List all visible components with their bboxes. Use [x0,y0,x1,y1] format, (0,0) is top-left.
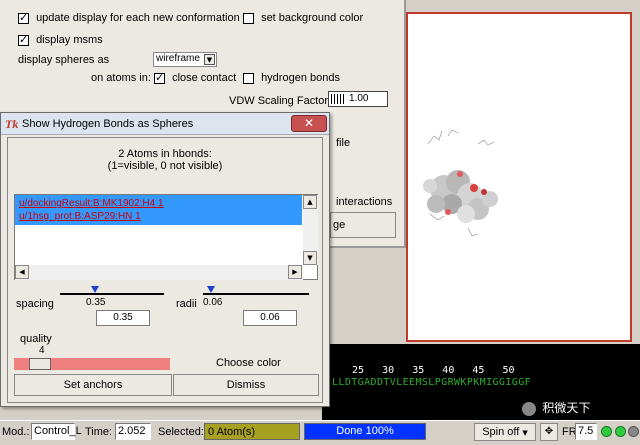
dialog-title: Show Hydrogen Bonds as Spheres [22,118,194,130]
update-display-checkbox[interactable] [18,11,29,24]
mod-value: Control_L [31,423,82,440]
vertical-scrollbar[interactable]: ▲ ▼ [303,195,318,265]
time-value: 2.052 [115,423,151,440]
choose-color-button[interactable]: Choose color [216,357,281,369]
display-msms-checkbox[interactable] [18,33,29,46]
close-contact-row[interactable]: close contact [154,71,237,84]
on-atoms-in-label: on atoms in: [91,72,151,84]
dialog-content: 2 Atoms in hbonds: (1=visible, 0 not vis… [7,137,323,403]
status-light-icon [601,426,612,437]
vdw-label: VDW Scaling Factor [229,95,329,107]
scroll-right-icon[interactable]: ▶ [288,265,302,279]
quality-slider[interactable] [14,358,170,370]
chevron-down-icon: ▼ [204,54,215,65]
wechat-icon [522,401,536,416]
dismiss-label: Dismiss [226,379,266,391]
selected-value: 0 Atom(s) [204,423,300,440]
hydrogen-bonds-label: hydrogen bonds [261,72,340,84]
sequence-numbers: 25 30 35 40 45 50 [352,365,515,376]
selected-label: Selected: [158,426,204,438]
scroll-left-icon[interactable]: ◀ [15,265,29,279]
status-light-icon [628,426,639,437]
spacing-slider-value: 0.35 [86,297,106,308]
radii-label: radii [176,298,197,310]
horizontal-scrollbar[interactable]: ◀ ▶ [15,265,303,280]
set-background-checkbox[interactable] [243,12,254,24]
list-item[interactable]: u/1hsg_prot:B:ASP29:HN 1 [17,211,299,223]
sequence-residues: LLDTGADDTVLEEMSLPGRWKPKMIGGIGGF [332,377,532,388]
partial-button-label: ge [333,219,346,231]
chevron-down-icon: ▼ [522,429,528,437]
mod-label: Mod.: [2,426,30,438]
scroll-down-icon[interactable]: ▼ [303,251,317,265]
dial-icon [331,94,345,104]
vdw-value: 1.00 [349,93,369,104]
visibility-legend: (1=visible, 0 not visible) [107,160,223,172]
progress-text: Done 100% [336,425,394,437]
time-label: Time: [85,426,113,438]
quality-slider-thumb[interactable] [29,358,51,370]
radii-slider-track[interactable] [203,293,309,295]
spacing-slider-track[interactable] [60,293,164,295]
atoms-count-label: 2 Atoms in hbonds: [118,148,212,160]
close-contact-label: close contact [172,72,237,84]
set-anchors-button[interactable]: Set anchors [14,374,172,396]
radii-slider-value: 0.06 [203,297,223,308]
update-display-label: update display for each new conformation [36,12,240,24]
display-msms-label: display msms [36,34,103,46]
quality-label: quality [20,333,52,345]
atoms-listbox[interactable]: u/dockingResult:B:MK1902:H4 1 u/1hsg_pro… [14,194,318,280]
scroll-up-icon[interactable]: ▲ [303,195,317,209]
spin-button[interactable]: Spin off ▼ [474,423,536,441]
status-light-icon [615,426,626,437]
progress-bar: Done 100% [304,423,426,440]
set-background-label: set background color [261,12,364,24]
partial-interactions-label: interactions [336,196,393,208]
spacing-label: spacing [16,298,54,310]
display-msms-row[interactable]: display msms [18,33,103,46]
cross-icon[interactable]: ✥ [540,423,558,441]
spin-label: Spin off [482,426,520,438]
fr-value: 7.5 [575,423,597,440]
watermark-text: 积微天下 [542,401,591,415]
radii-entry[interactable]: 0.06 [243,310,297,326]
list-item[interactable]: u/dockingResult:B:MK1902:H4 1 [17,198,299,210]
watermark: 积微天下 [522,399,590,416]
set-background-row[interactable]: set background color [243,12,363,24]
radii-slider-thumb[interactable] [207,286,215,293]
partial-button[interactable]: ge [330,212,396,238]
tk-logo-icon: Tk [5,117,19,131]
display-spheres-dropdown[interactable]: wireframe ▼ [153,52,217,67]
close-button[interactable]: ✕ [291,115,327,132]
molecule-render [423,129,498,237]
partial-file-label: file [336,137,351,149]
vdw-dial[interactable]: 1.00 [328,91,388,107]
dismiss-button[interactable]: Dismiss [173,374,319,396]
display-spheres-value: wireframe [156,53,200,64]
quality-value: 4 [39,345,45,356]
spacing-slider-thumb[interactable] [91,286,99,293]
molecule-viewer[interactable] [406,12,632,342]
hydrogen-bonds-row[interactable]: hydrogen bonds [243,72,340,84]
set-anchors-label: Set anchors [63,379,123,391]
status-bar: Mod.: Control_L Time: 2.052 Selected: 0 … [0,420,640,445]
sequence-viewer[interactable]: 25 30 35 40 45 50 LLDTGADDTVLEEMSLPGRWKP… [322,344,640,420]
spacing-entry[interactable]: 0.35 [96,310,150,326]
close-contact-checkbox[interactable] [154,71,165,84]
hydrogen-bonds-checkbox[interactable] [243,72,254,84]
update-display-row[interactable]: update display for each new conformation [18,11,240,24]
display-spheres-label: display spheres as [18,54,110,66]
dialog-titlebar[interactable]: Tk Show Hydrogen Bonds as Spheres ✕ [1,113,329,135]
hbond-spheres-dialog: Tk Show Hydrogen Bonds as Spheres ✕ 2 At… [0,112,330,407]
